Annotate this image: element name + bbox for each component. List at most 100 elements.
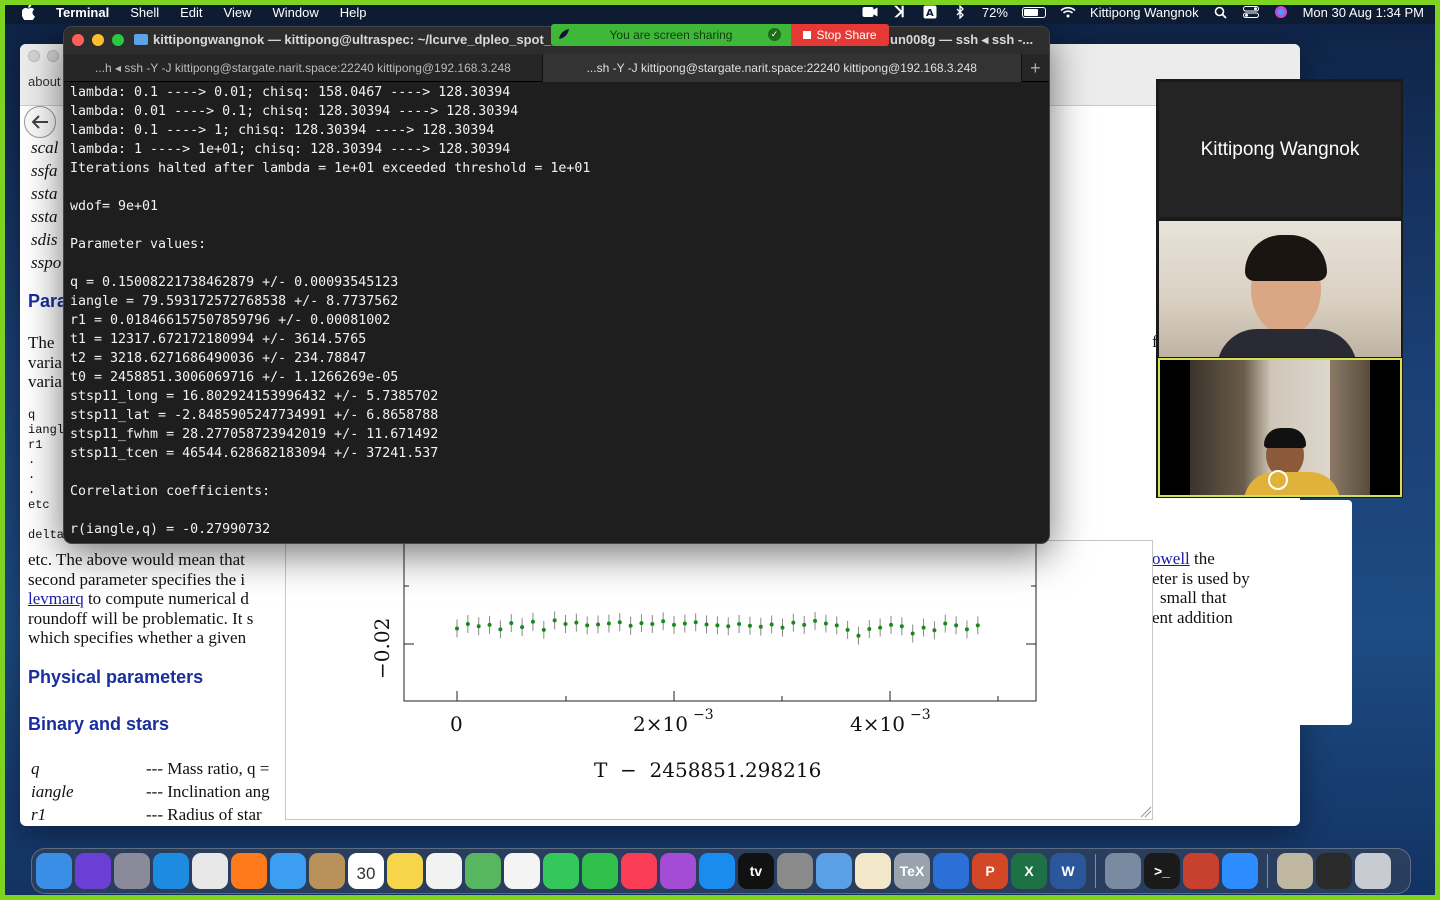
safari-icon[interactable] (153, 853, 189, 889)
terminal-line: Iterations halted after lambda = 1e+01 e… (70, 161, 591, 176)
terminal-tab-2[interactable]: ...sh -Y -J kittipong@stargate.narit.spa… (542, 54, 1022, 82)
reminders-icon[interactable] (426, 853, 462, 889)
menu-window[interactable]: Window (273, 5, 319, 20)
maps-icon[interactable] (465, 853, 501, 889)
menu-app-name[interactable]: Terminal (56, 5, 109, 20)
participant-video-1[interactable] (1159, 221, 1401, 357)
tex-icon[interactable]: TeX (894, 853, 930, 889)
terminal-line: wdof= 9e+01 (70, 199, 159, 214)
texteditor-icon[interactable] (855, 853, 891, 889)
xcode-icon[interactable] (933, 853, 969, 889)
sharing-indicator[interactable]: You are screen sharing ✓ (551, 24, 791, 46)
input-source-icon[interactable]: A (922, 5, 938, 19)
doc-code-line: ssfa (31, 161, 58, 180)
messages-icon[interactable] (543, 853, 579, 889)
participant-name-tile[interactable]: Kittipong Wangnok (1159, 82, 1401, 217)
browser-minimize-button[interactable] (47, 50, 59, 62)
doc-body-line: etc. The above would mean that (28, 550, 245, 569)
trash-icon[interactable] (1355, 853, 1391, 889)
terminal-minimize-button[interactable] (92, 34, 104, 46)
browser-tab[interactable]: about (28, 74, 61, 89)
siri-menubar-icon[interactable] (1273, 5, 1289, 19)
doc-mono-item (28, 513, 64, 528)
appletv-icon[interactable]: tv (738, 853, 774, 889)
data-point (639, 621, 644, 626)
apple-menu-icon[interactable] (20, 3, 38, 21)
firefox-icon[interactable] (231, 853, 267, 889)
data-point (845, 627, 850, 632)
browser-close-button[interactable] (28, 50, 40, 62)
side-window-fragment (1300, 500, 1352, 725)
facetime-icon[interactable] (582, 853, 618, 889)
data-point (541, 627, 546, 632)
minimized-window-icon[interactable] (1316, 853, 1352, 889)
k-app-icon[interactable]: ꓘ (892, 4, 908, 21)
terminal-window: kittipongwangnok — kittipong@ultraspec: … (63, 26, 1050, 544)
menubar-clock[interactable]: Mon 30 Aug 1:34 PM (1303, 5, 1424, 20)
wifi-icon[interactable] (1060, 5, 1076, 19)
terminal-zoom-button[interactable] (112, 34, 124, 46)
appstore-icon[interactable] (699, 853, 735, 889)
shield-check-icon: ✓ (768, 28, 781, 41)
terminal-close-button[interactable] (72, 34, 84, 46)
menu-shell[interactable]: Shell (130, 5, 159, 20)
spotlight-search-icon[interactable] (1213, 5, 1229, 19)
contacts-icon[interactable] (309, 853, 345, 889)
photos-icon[interactable] (504, 853, 540, 889)
data-point (747, 623, 752, 628)
new-tab-button[interactable]: + (1022, 54, 1049, 82)
data-point (487, 622, 492, 627)
stop-share-button[interactable]: Stop Share (791, 24, 889, 46)
doc-fragment: eter is used by (1152, 568, 1250, 588)
bluetooth-icon[interactable] (952, 5, 968, 19)
notes-icon[interactable] (387, 853, 423, 889)
word-icon[interactable]: W (1050, 853, 1086, 889)
participant-shirt (1217, 329, 1357, 357)
data-point (899, 624, 904, 629)
terminal-tab-1[interactable]: ...h ◂ ssh -Y -J kittipong@stargate.nari… (64, 54, 543, 82)
terminal-output[interactable]: lambda: 0.1 ----> 0.01; chisq: 158.0467 … (64, 82, 1049, 540)
battery-icon[interactable] (1021, 6, 1046, 18)
screenshot-icon[interactable] (1105, 853, 1141, 889)
terminal-icon[interactable]: >_ (1144, 853, 1180, 889)
dock-icon-label: TeX (899, 863, 925, 879)
data-point (672, 622, 676, 627)
podcasts-icon[interactable] (660, 853, 696, 889)
siri-icon[interactable] (75, 853, 111, 889)
menu-help[interactable]: Help (340, 5, 367, 20)
participant-video-2[interactable] (1158, 358, 1402, 497)
doc-mono-item: r1 (28, 438, 43, 452)
back-arrow-icon[interactable] (24, 106, 56, 138)
zoom-icon[interactable] (1222, 853, 1258, 889)
music-icon[interactable] (621, 853, 657, 889)
excel-icon[interactable]: X (1011, 853, 1047, 889)
menubar-user-name[interactable]: Kittipong Wangnok (1090, 5, 1199, 20)
stop-square-icon (803, 31, 812, 39)
preview-icon[interactable] (816, 853, 852, 889)
participant-hair (1264, 428, 1306, 448)
replay-icon[interactable] (1268, 470, 1288, 490)
room-curtain (1330, 360, 1370, 495)
menu-edit[interactable]: Edit (180, 5, 202, 20)
mail-icon[interactable] (270, 853, 306, 889)
zoom-menubar-icon[interactable] (862, 5, 878, 19)
terminal-line: lambda: 0.01 ----> 0.1; chisq: 128.30394… (70, 104, 519, 119)
control-center-icon[interactable] (1242, 5, 1259, 19)
window-resize-grip[interactable] (1140, 806, 1152, 818)
levmarq-link[interactable]: levmarq (28, 589, 84, 608)
doc-code-line: sspo (31, 253, 62, 272)
folder-icon (134, 34, 148, 45)
x11-icon[interactable] (1183, 853, 1219, 889)
finder-icon[interactable] (36, 853, 72, 889)
system-preferences-icon[interactable] (777, 853, 813, 889)
powerpoint-icon[interactable]: P (972, 853, 1008, 889)
doc-link-fragment[interactable]: owell (1152, 549, 1190, 568)
launchpad-icon[interactable] (114, 853, 150, 889)
annotate-icon[interactable] (557, 27, 571, 44)
doc-fragment: ent addition (1152, 607, 1233, 627)
document-thumbnail-icon[interactable] (1277, 853, 1313, 889)
calendar-icon[interactable]: 30 (348, 853, 384, 889)
chrome-icon[interactable] (192, 853, 228, 889)
menu-view[interactable]: View (224, 5, 252, 20)
x-axis-label: T − 2458851.298216 (594, 758, 821, 782)
